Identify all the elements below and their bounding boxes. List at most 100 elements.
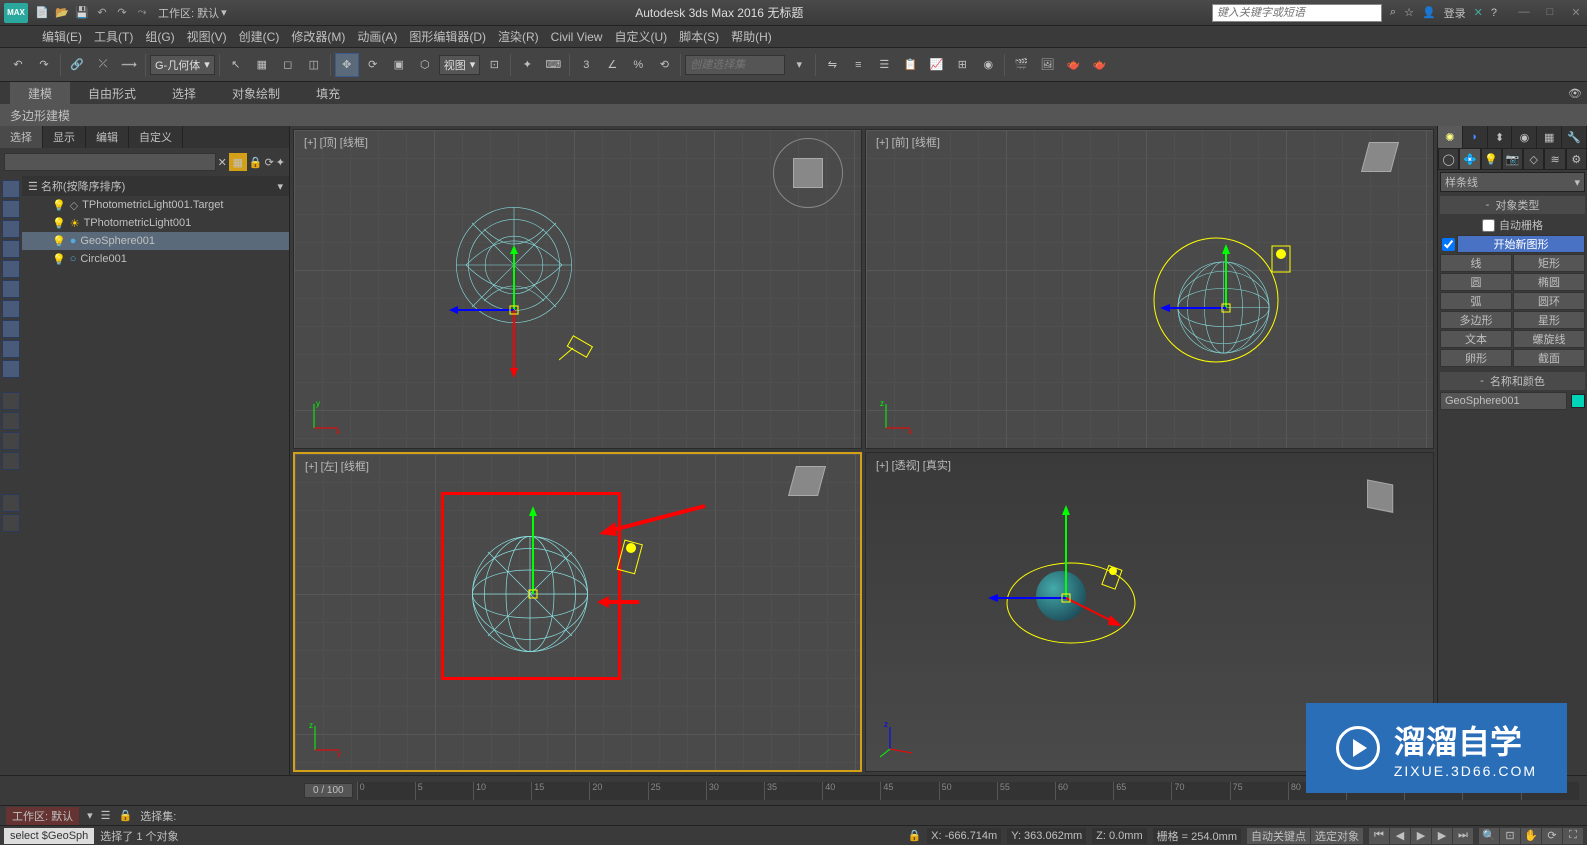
filter-shape-icon[interactable]: [2, 220, 20, 238]
menu-group[interactable]: 组(G): [139, 28, 180, 45]
filter-frozen-icon[interactable]: [2, 360, 20, 378]
mirror-button[interactable]: ⇋: [820, 53, 844, 77]
workspace-label[interactable]: 工作区: 默认: [6, 807, 79, 825]
move-gizmo[interactable]: [414, 240, 614, 400]
type-line-button[interactable]: 线: [1440, 254, 1512, 272]
viewport-label[interactable]: [+] [前] [线框]: [876, 134, 940, 150]
close-button[interactable]: ✕: [1569, 6, 1583, 19]
undo-button[interactable]: ↶: [6, 53, 30, 77]
curve-editor-button[interactable]: 📈: [924, 53, 948, 77]
ribbon-tab-selection[interactable]: 选择: [154, 82, 214, 105]
sync-icon[interactable]: ⟳: [265, 156, 274, 169]
menu-rendering[interactable]: 渲染(R): [492, 28, 545, 45]
layers-icon[interactable]: ☰: [101, 809, 111, 822]
visibility-icon[interactable]: 💡: [52, 253, 66, 266]
viewport-top[interactable]: [+] [顶] [线框]: [293, 129, 862, 449]
layers-button[interactable]: ☰: [872, 53, 896, 77]
ribbon-tab-modeling[interactable]: 建模: [10, 82, 70, 105]
snap-percent-button[interactable]: %: [626, 53, 650, 77]
selection-sets-button[interactable]: ▾: [787, 53, 811, 77]
viewport-label[interactable]: [+] [左] [线框]: [305, 458, 369, 474]
bind-button[interactable]: ⟿: [117, 53, 141, 77]
snap-3-button[interactable]: 3: [574, 53, 598, 77]
window-crossing-button[interactable]: ◫: [302, 53, 326, 77]
sort-icon[interactable]: [2, 494, 20, 512]
lock-selection-icon[interactable]: 🔒: [907, 829, 921, 842]
rollout-name-color[interactable]: - 名称和颜色: [1440, 372, 1585, 390]
next-frame-icon[interactable]: ▶: [1432, 828, 1452, 844]
display-layer-icon[interactable]: [2, 452, 20, 470]
type-star-button[interactable]: 星形: [1513, 311, 1585, 329]
menu-edit[interactable]: 编辑(E): [36, 28, 88, 45]
selected-button[interactable]: 选定对象: [1311, 828, 1363, 844]
view-cube[interactable]: [773, 138, 843, 208]
menu-modifiers[interactable]: 修改器(M): [285, 28, 351, 45]
filter-input[interactable]: [4, 153, 216, 171]
cmd-tab-hierarchy[interactable]: ⬍: [1488, 126, 1513, 148]
link-button[interactable]: 🔗: [65, 53, 89, 77]
type-text-button[interactable]: 文本: [1440, 330, 1512, 348]
filter-container-icon[interactable]: [2, 340, 20, 358]
visibility-icon[interactable]: 💡: [52, 217, 66, 230]
type-rectangle-button[interactable]: 矩形: [1513, 254, 1585, 272]
sort-header[interactable]: ☰ 名称(按降序排序) ▾: [22, 176, 289, 196]
infocenter-icon[interactable]: ⌕: [1390, 6, 1396, 19]
move-gizmo[interactable]: [976, 493, 1176, 673]
list-item[interactable]: 💡 ☀ TPhotometricLight001: [22, 214, 289, 232]
pivot-button[interactable]: ⊡: [482, 53, 506, 77]
new-icon[interactable]: 📄: [34, 5, 50, 21]
workspace-dropdown[interactable]: 工作区: 默认 ▾: [158, 5, 227, 21]
lock-icon[interactable]: 🔒: [249, 156, 263, 169]
object-color-swatch[interactable]: [1571, 394, 1585, 408]
align-button[interactable]: ≡: [846, 53, 870, 77]
display-none-icon[interactable]: [2, 392, 20, 410]
filter-geo-icon[interactable]: [2, 200, 20, 218]
snap-angle-button[interactable]: ∠: [600, 53, 624, 77]
save-icon[interactable]: 💾: [74, 5, 90, 21]
menu-customize[interactable]: 自定义(U): [608, 28, 673, 45]
autogrid-checkbox[interactable]: [1482, 219, 1495, 232]
nav-zoom-icon[interactable]: 🔍: [1479, 828, 1499, 844]
create-space-icon[interactable]: ≋: [1544, 148, 1565, 170]
type-donut-button[interactable]: 圆环: [1513, 292, 1585, 310]
visibility-icon[interactable]: 💡: [52, 235, 66, 248]
viewport-label[interactable]: [+] [透视] [真实]: [876, 457, 951, 473]
object-name-input[interactable]: GeoSphere001: [1440, 392, 1567, 410]
minimize-button[interactable]: —: [1517, 6, 1531, 19]
startnew-checkbox[interactable]: [1442, 238, 1455, 251]
type-arc-button[interactable]: 弧: [1440, 292, 1512, 310]
menu-civilview[interactable]: Civil View: [545, 30, 609, 44]
scale-button[interactable]: ▣: [387, 53, 411, 77]
render-frame-button[interactable]: 🖼: [1035, 53, 1059, 77]
menu-views[interactable]: 视图(V): [181, 28, 233, 45]
filter-toggle-icon[interactable]: ▦: [229, 153, 247, 171]
type-section-button[interactable]: 截面: [1513, 349, 1585, 367]
filter-all-icon[interactable]: [2, 180, 20, 198]
filter-space-icon[interactable]: [2, 300, 20, 318]
list-item[interactable]: 💡 ○ Circle001: [22, 250, 289, 268]
highlight-icon[interactable]: ✦: [276, 156, 285, 169]
viewport-left[interactable]: [+] [左] [线框]: [293, 452, 862, 772]
display-hidden-icon[interactable]: [2, 412, 20, 430]
explorer-tab-select[interactable]: 选择: [0, 126, 43, 148]
menu-maxscript[interactable]: 脚本(S): [673, 28, 725, 45]
type-ngon-button[interactable]: 多边形: [1440, 311, 1512, 329]
nav-orbit-icon[interactable]: ⟳: [1542, 828, 1562, 844]
chevron-down-icon[interactable]: ▾: [87, 809, 93, 822]
filter-camera-icon[interactable]: [2, 260, 20, 278]
explorer-tab-custom[interactable]: 自定义: [129, 126, 183, 148]
select-name-button[interactable]: ▦: [250, 53, 274, 77]
nav-max-icon[interactable]: ⛶: [1563, 828, 1583, 844]
open-icon[interactable]: 📂: [54, 5, 70, 21]
menu-create[interactable]: 创建(C): [233, 28, 286, 45]
filter-light-icon[interactable]: [2, 240, 20, 258]
render-setup-button[interactable]: 🎬: [1009, 53, 1033, 77]
menu-tools[interactable]: 工具(T): [88, 28, 139, 45]
view-cube[interactable]: [1345, 138, 1415, 208]
ribbon-tab-populate[interactable]: 填充: [298, 82, 358, 105]
frame-indicator[interactable]: 0 / 100: [304, 783, 353, 798]
nav-zoomall-icon[interactable]: ⊡: [1500, 828, 1520, 844]
maximize-button[interactable]: □: [1543, 6, 1557, 19]
login-link[interactable]: 登录: [1444, 5, 1466, 21]
list-item[interactable]: 💡 ◇ TPhotometricLight001.Target: [22, 196, 289, 214]
